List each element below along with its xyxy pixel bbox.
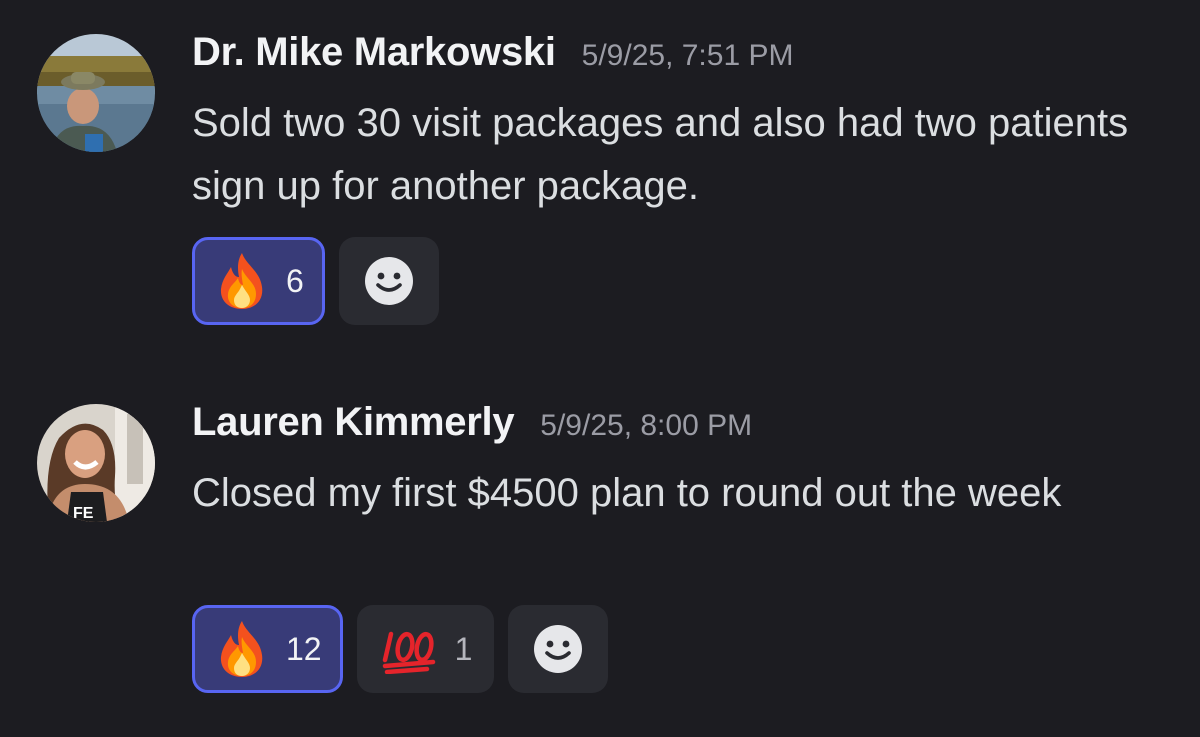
reactions-bar: 6 bbox=[192, 237, 439, 325]
fire-icon bbox=[216, 251, 268, 311]
message-content: Closed my first $4500 plan to round out … bbox=[192, 471, 1062, 515]
smiley-add-reaction-icon bbox=[533, 624, 583, 674]
avatar[interactable]: FE bbox=[37, 404, 155, 522]
avatar[interactable] bbox=[37, 34, 155, 152]
add-reaction-button[interactable] bbox=[338, 237, 439, 325]
message-feed: Dr. Mike Markowski 5/9/25, 7:51 PM Sold … bbox=[0, 0, 1200, 737]
svg-text:FE: FE bbox=[73, 505, 94, 522]
fire-icon bbox=[216, 619, 268, 679]
message-content: Sold two 30 visit packages and also had … bbox=[192, 101, 1129, 208]
message-header: Dr. Mike Markowski 5/9/25, 7:51 PM bbox=[192, 30, 793, 90]
reaction-hundred-points[interactable]: 1 bbox=[356, 605, 495, 693]
hundred-points-icon bbox=[381, 624, 437, 674]
author-name[interactable]: Dr. Mike Markowski bbox=[192, 30, 556, 75]
reactions-bar: 12 1 bbox=[192, 605, 609, 693]
avatar-image: FE bbox=[37, 404, 155, 522]
author-name[interactable]: Lauren Kimmerly bbox=[192, 400, 515, 445]
add-reaction-button[interactable] bbox=[508, 605, 609, 693]
timestamp[interactable]: 5/9/25, 7:51 PM bbox=[582, 39, 794, 73]
timestamp[interactable]: 5/9/25, 8:00 PM bbox=[540, 409, 752, 443]
reaction-fire[interactable]: 6 bbox=[192, 237, 325, 325]
reaction-count: 6 bbox=[286, 262, 304, 299]
reaction-count: 12 bbox=[286, 630, 322, 667]
smiley-add-reaction-icon bbox=[364, 256, 414, 306]
avatar-image bbox=[37, 34, 155, 152]
message-header: Lauren Kimmerly 5/9/25, 8:00 PM bbox=[192, 400, 752, 460]
reaction-fire[interactable]: 12 bbox=[192, 605, 343, 693]
reaction-count: 1 bbox=[454, 630, 473, 667]
